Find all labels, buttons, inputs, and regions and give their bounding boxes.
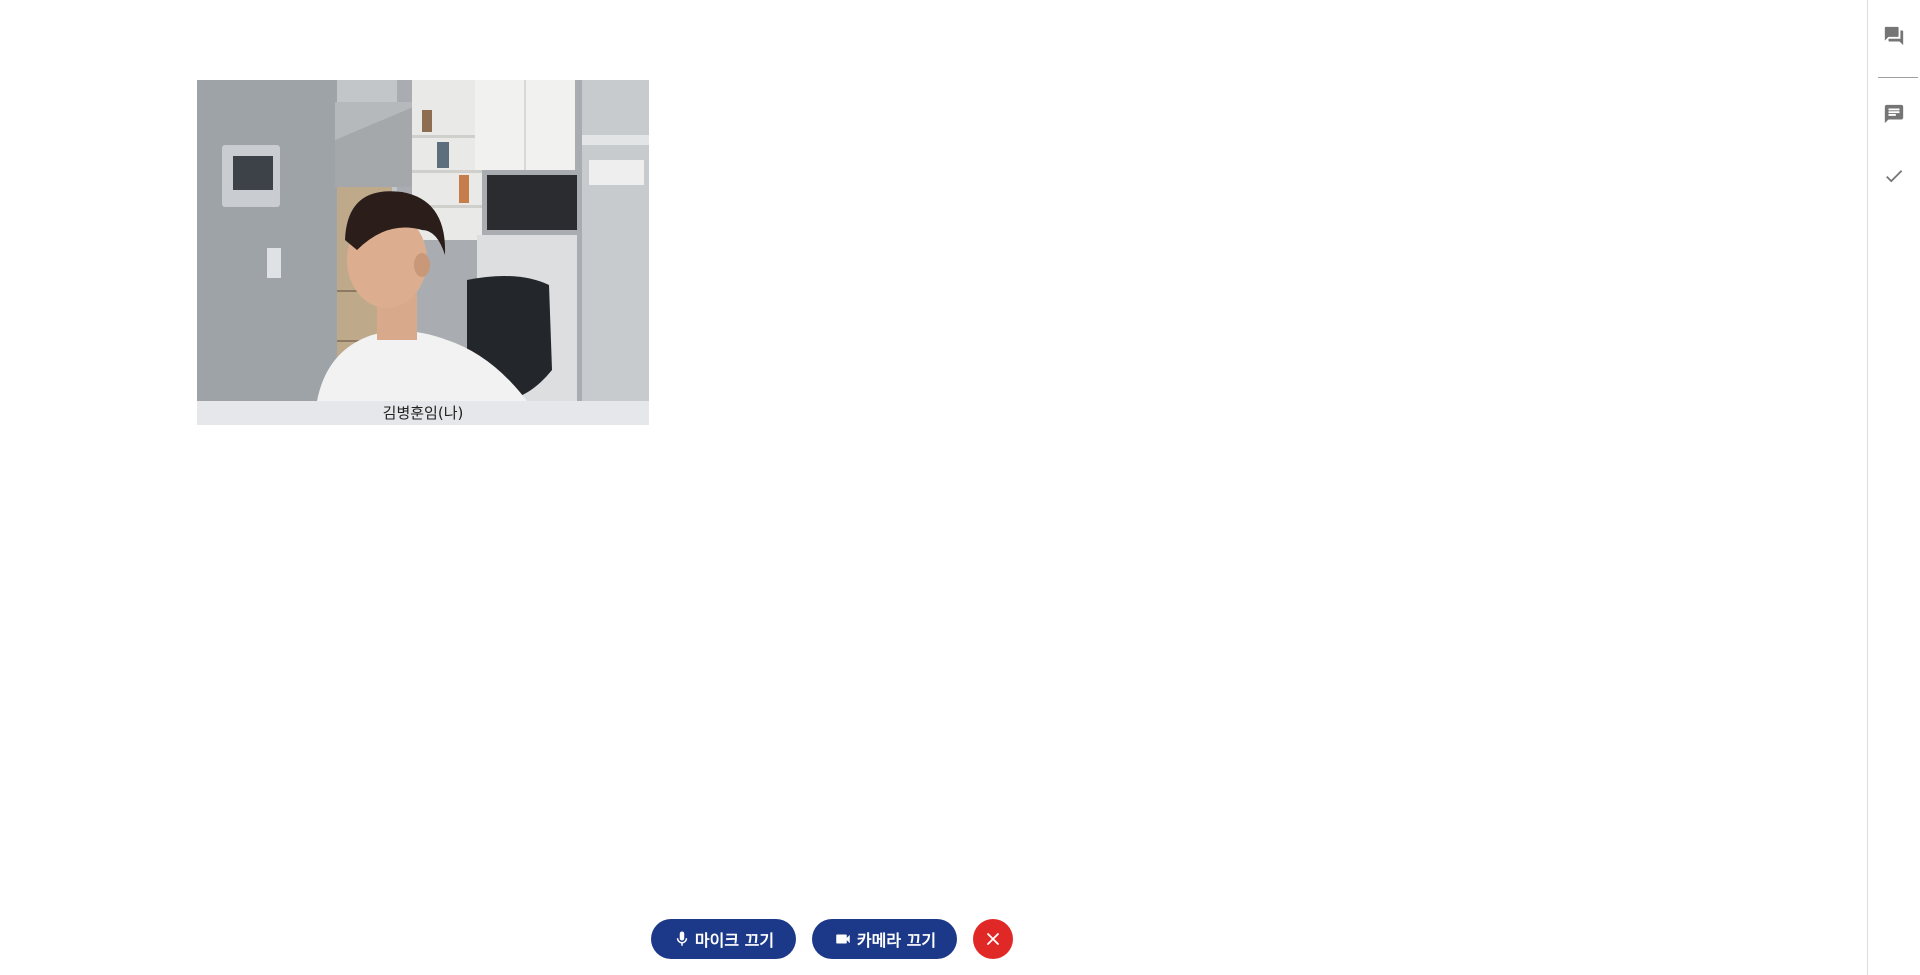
chat-button[interactable] xyxy=(1868,94,1920,134)
side-rail xyxy=(1867,0,1920,975)
check-icon xyxy=(1883,165,1905,187)
conference-stage: 김병훈임(나) 마이크 끄기 카메라 끄기 xyxy=(0,0,1867,975)
camera-off-button[interactable]: 카메라 끄기 xyxy=(812,919,957,959)
rail-divider xyxy=(1878,77,1918,78)
call-controls: 마이크 끄기 카메라 끄기 xyxy=(651,919,1013,959)
check-button[interactable] xyxy=(1868,156,1920,196)
hangup-button[interactable] xyxy=(973,919,1013,959)
forum-button[interactable] xyxy=(1868,16,1920,56)
forum-icon xyxy=(1883,25,1905,47)
camera-off-label: 카메라 끄기 xyxy=(856,931,937,950)
participant-name-label: 김병훈임(나) xyxy=(197,401,649,425)
participant-video-tile: 김병훈임(나) xyxy=(197,80,649,425)
webcam-feed-image xyxy=(197,80,649,401)
close-icon xyxy=(986,932,1000,946)
chat-icon xyxy=(1883,103,1905,125)
mute-mic-label: 마이크 끄기 xyxy=(694,931,775,950)
videocam-icon xyxy=(833,930,853,948)
microphone-icon xyxy=(673,930,691,948)
participant-video xyxy=(197,80,649,401)
mute-mic-button[interactable]: 마이크 끄기 xyxy=(651,919,796,959)
